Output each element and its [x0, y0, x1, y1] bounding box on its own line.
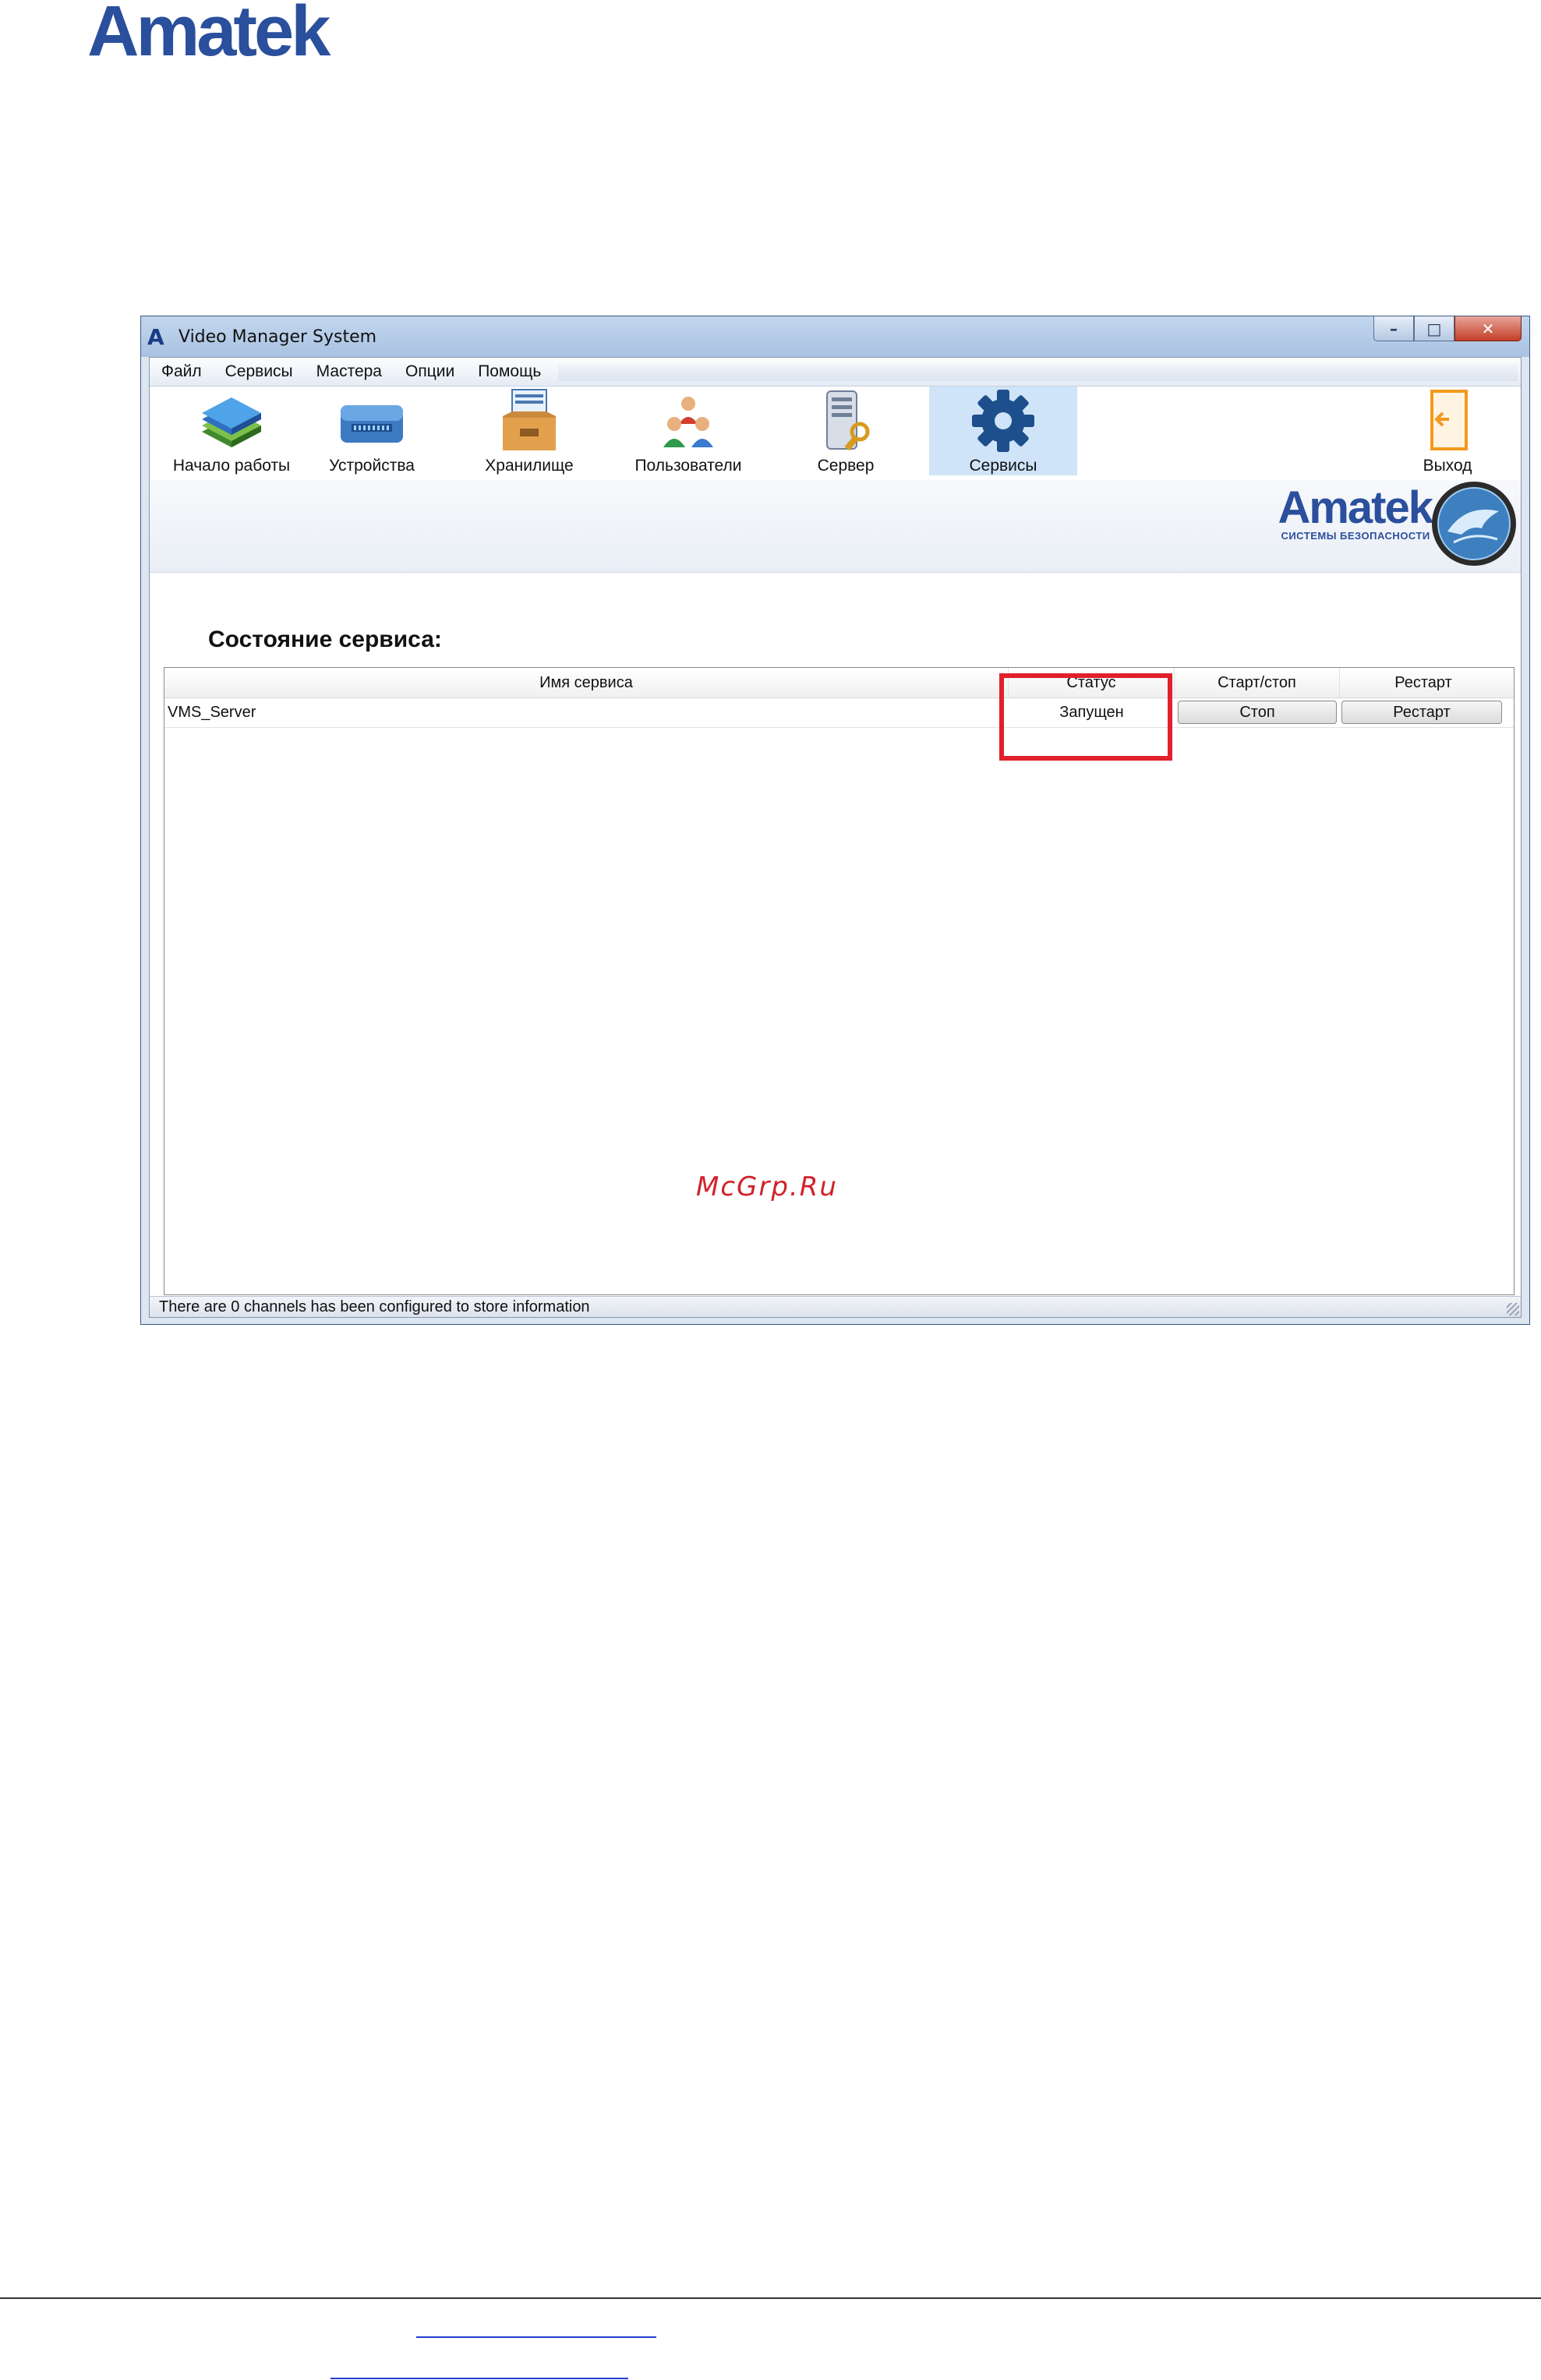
footer-link-underline-2[interactable] — [330, 2378, 628, 2379]
app-logo-icon: A — [147, 324, 164, 350]
minimize-button[interactable]: – — [1373, 316, 1414, 341]
toolbar-label: Сервисы — [969, 457, 1037, 475]
window-controls: – □ ✕ — [1373, 316, 1522, 343]
toolbar-label: Выход — [1423, 457, 1472, 475]
toolbar-label: Пользователи — [634, 457, 742, 475]
toolbar-storage[interactable]: Хранилище — [455, 387, 603, 475]
menu-wizards[interactable]: Мастера — [305, 362, 394, 381]
toolbar-exit[interactable]: Выход — [1373, 387, 1522, 475]
gear-icon — [972, 390, 1034, 452]
dvr-device-icon — [341, 405, 403, 443]
menu-file[interactable]: Файл — [150, 362, 214, 381]
menu-bar-fill — [558, 364, 1518, 381]
users-icon — [663, 397, 713, 447]
status-bar-text: There are 0 channels has been configured… — [159, 1298, 590, 1315]
menu-options[interactable]: Опции — [394, 362, 466, 381]
toolbar-label: Устройства — [329, 457, 415, 475]
toolbar-devices[interactable]: Устройства — [298, 387, 446, 475]
toolbar-server[interactable]: Сервер — [772, 387, 920, 475]
menu-help[interactable]: Помощь — [466, 362, 553, 381]
banner-brand-name: Amatek — [1278, 482, 1433, 533]
toolbar-services[interactable]: Сервисы — [929, 387, 1077, 475]
close-button[interactable]: ✕ — [1454, 316, 1522, 341]
service-name-cell: VMS_Server — [168, 704, 256, 721]
toolbar-getting-started[interactable]: Начало работы — [157, 387, 306, 475]
storage-tray-icon — [503, 389, 556, 450]
books-icon — [202, 397, 261, 447]
table-header: Имя сервиса Статус Старт/стоп Рестарт — [164, 668, 1514, 698]
menu-bar: Файл Сервисы Мастера Опции Помощь — [150, 358, 1521, 387]
restart-button[interactable]: Рестарт — [1341, 701, 1502, 724]
footer-link-underline-1[interactable] — [416, 2336, 656, 2338]
page-title: Состояние сервиса: — [208, 627, 442, 652]
services-table: Имя сервиса Статус Старт/стоп Рестарт VM… — [164, 667, 1514, 1295]
dolphin-seal-icon — [1432, 482, 1516, 566]
banner-tagline: СИСТЕМЫ БЕЗОПАСНОСТИ — [1281, 530, 1430, 542]
window-titlebar[interactable]: A Video Manager System – □ ✕ — [141, 316, 1529, 357]
column-header-start-stop[interactable]: Старт/стоп — [1175, 668, 1340, 697]
toolbar-users[interactable]: Пользователи — [614, 387, 762, 475]
status-bar: There are 0 channels has been configured… — [150, 1296, 1521, 1317]
column-header-restart[interactable]: Рестарт — [1340, 668, 1507, 697]
toolbar-label: Хранилище — [485, 457, 574, 475]
stop-button[interactable]: Стоп — [1178, 701, 1337, 724]
main-toolbar: Начало работы Устройства Хранилище Польз… — [150, 387, 1521, 480]
brand-banner: Amatek СИСТЕМЫ БЕЗОПАСНОСТИ — [150, 480, 1521, 573]
toolbar-label: Сервер — [817, 457, 875, 475]
server-key-icon — [826, 390, 870, 451]
watermark: McGrp.Ru — [696, 1171, 838, 1202]
resize-grip-icon[interactable] — [1507, 1303, 1519, 1315]
status-highlight-box — [999, 673, 1172, 761]
amatek-header-logo: Amatek — [87, 0, 330, 71]
maximize-button[interactable]: □ — [1414, 316, 1454, 341]
table-row[interactable]: VMS_Server Запущен Стоп Рестарт — [164, 697, 1514, 728]
footer-divider — [0, 2297, 1541, 2299]
window-title: Video Manager System — [178, 327, 377, 347]
column-header-service-name[interactable]: Имя сервиса — [164, 668, 1009, 697]
toolbar-label: Начало работы — [172, 457, 291, 475]
amatek-banner-logo: Amatek СИСТЕМЫ БЕЗОПАСНОСТИ — [1278, 482, 1433, 542]
exit-door-icon — [1430, 390, 1468, 450]
menu-services[interactable]: Сервисы — [214, 362, 305, 381]
